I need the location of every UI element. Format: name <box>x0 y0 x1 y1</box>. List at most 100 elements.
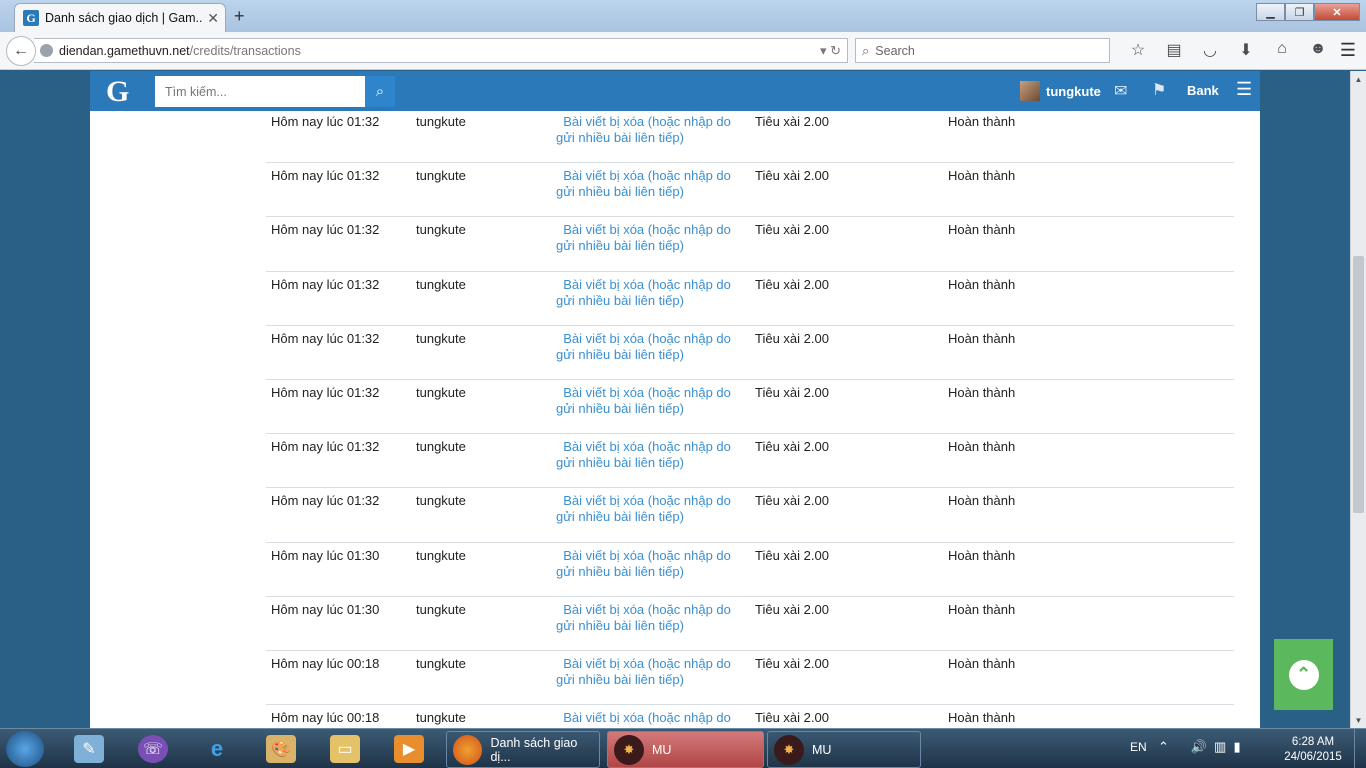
transaction-time: Hôm nay lúc 01:32 <box>271 439 380 455</box>
minimize-button[interactable]: ▁ <box>1256 3 1285 21</box>
back-arrow-icon: ← <box>13 42 29 59</box>
transaction-reason-link[interactable]: Bài viết bị xóa (hoặc nhập do gửi nhiều … <box>556 493 746 525</box>
site-identity-icon[interactable] <box>40 44 53 57</box>
taskbar-item-mu-1[interactable]: ✸ MU <box>607 731 764 768</box>
site-logo[interactable]: G <box>106 75 129 109</box>
transaction-reason-link[interactable]: Bài viết bị xóa (hoặc nhập do gửi nhiều … <box>556 114 746 146</box>
taskbar-item-mu-2[interactable]: ✸ MU <box>767 731 921 768</box>
taskbar-clock[interactable]: 6:28 AM 24/06/2015 <box>1282 735 1344 765</box>
user-menu[interactable]: tungkute <box>1020 81 1101 101</box>
toolbar-icons: ☆ ▤ ◡ ⬇ ⌂ ☻ <box>1120 40 1336 60</box>
transaction-time: Hôm nay lúc 01:32 <box>271 330 380 346</box>
internet-explorer-icon[interactable]: e <box>202 735 232 763</box>
transaction-user[interactable]: tungkute <box>416 493 466 508</box>
transaction-reason-link[interactable]: Bài viết bị xóa (hoặc nhập do gửi nhiều … <box>556 331 746 363</box>
network-icon[interactable]: ▥ <box>1214 739 1226 754</box>
transaction-reason-link[interactable]: Bài viết bị xóa (hoặc nhập do gửi nhiều … <box>556 439 746 471</box>
close-window-button[interactable]: ✕ <box>1314 3 1360 21</box>
transaction-reason-link[interactable]: Bài viết bị xóa (hoặc nhập do gửi nhiều … <box>556 277 746 309</box>
browser-tab-active[interactable]: G Danh sách giao dịch | Gam... ✕ <box>14 3 226 32</box>
transaction-amount: Tiêu xài 2.00 <box>755 439 829 455</box>
transaction-amount: Tiêu xài 2.00 <box>755 330 829 346</box>
transaction-reason-link[interactable]: Bài viết bị xóa (hoặc nhập do gửi nhiều … <box>556 222 746 254</box>
media-player-icon[interactable]: ▶ <box>394 735 424 763</box>
home-icon[interactable]: ⌂ <box>1264 40 1300 60</box>
transaction-status: Hoàn thành <box>948 384 1016 400</box>
transaction-status: Hoàn thành <box>948 547 1016 563</box>
transaction-user[interactable]: tungkute <box>416 548 466 563</box>
transaction-user[interactable]: tungkute <box>416 331 466 346</box>
bookmark-star-icon[interactable]: ☆ <box>1120 40 1156 60</box>
scrollbar-thumb[interactable] <box>1353 256 1364 513</box>
transaction-reason-link[interactable]: Bài viết bị xóa (hoặc nhập do gửi nhiều … <box>556 548 746 580</box>
browser-search-input[interactable]: ⌕ Search <box>855 38 1110 63</box>
transaction-reason-link[interactable]: Bài viết bị xóa (hoặc nhập do gửi nhiều … <box>556 602 746 634</box>
site-favicon-icon: G <box>23 10 39 26</box>
transaction-user[interactable]: tungkute <box>416 385 466 400</box>
start-button[interactable] <box>6 731 44 767</box>
mu-game-icon: ✸ <box>614 734 644 765</box>
hello-icon[interactable]: ☻ <box>1300 40 1336 60</box>
restore-button[interactable]: ❐ <box>1285 3 1314 21</box>
transaction-user[interactable]: tungkute <box>416 656 466 671</box>
transaction-user[interactable]: tungkute <box>416 710 466 725</box>
paint-icon[interactable]: 🎨 <box>266 735 296 763</box>
reload-icon[interactable]: ▾ ↻ <box>820 43 841 59</box>
reading-list-icon[interactable]: ▤ <box>1156 40 1192 60</box>
site-menu-icon[interactable]: ☰ <box>1236 79 1252 100</box>
transaction-amount: Tiêu xài 2.00 <box>755 276 829 292</box>
transaction-user[interactable]: tungkute <box>416 602 466 617</box>
transaction-reason-link[interactable]: Bài viết bị xóa (hoặc nhập do gửi nhiều … <box>556 656 746 688</box>
transaction-user[interactable]: tungkute <box>416 222 466 237</box>
transaction-user[interactable]: tungkute <box>416 277 466 292</box>
pocket-icon[interactable]: ◡ <box>1192 40 1228 60</box>
back-button[interactable]: ← <box>6 36 36 66</box>
close-tab-icon[interactable]: ✕ <box>207 10 219 27</box>
site-header: G ⌕ tungkute ✉ ⚑ Bank ☰ <box>90 71 1260 111</box>
page-scrollbar[interactable]: ▲ ▼ <box>1350 71 1366 728</box>
transaction-user[interactable]: tungkute <box>416 168 466 183</box>
transaction-amount: Tiêu xài 2.00 <box>755 547 829 563</box>
transaction-status: Hoàn thành <box>948 276 1016 292</box>
site-search-input[interactable] <box>155 76 365 107</box>
transaction-reason-link[interactable]: Bài viết bị xóa (hoặc nhập do gửi nhiều … <box>556 385 746 417</box>
transaction-amount: Tiêu xài 2.00 <box>755 493 829 509</box>
site-search-button[interactable]: ⌕ <box>365 76 395 107</box>
transactions-list: Hôm nay lúc 01:32 tungkute Bài viết bị xó… <box>266 111 1234 728</box>
address-bar[interactable]: diendan.gamethuvn.net/credits/transactio… <box>34 38 848 63</box>
file-explorer-icon[interactable]: ▭ <box>330 735 360 763</box>
bank-link[interactable]: Bank <box>1187 83 1219 98</box>
transaction-amount: Tiêu xài 2.00 <box>755 655 829 671</box>
search-icon: ⌕ <box>375 83 385 100</box>
transaction-amount: Tiêu xài 2.00 <box>755 710 829 726</box>
taskbar-item-browser[interactable]: Danh sách giao dị... <box>446 731 600 768</box>
transaction-user[interactable]: tungkute <box>416 114 466 129</box>
alerts-flag-icon[interactable]: ⚑ <box>1152 80 1166 100</box>
volume-icon[interactable]: 🔊 <box>1191 739 1207 754</box>
back-to-top-button[interactable]: ⌃ <box>1274 639 1333 710</box>
table-row: Hôm nay lúc 01:32 tungkute Bài viết bị xó… <box>266 163 1234 218</box>
transaction-status: Hoàn thành <box>948 655 1016 671</box>
transaction-reason-link[interactable]: Bài viết bị xóa (hoặc nhập do gửi nhiều … <box>556 168 746 200</box>
url-host: diendan.gamethuvn.net <box>59 43 190 58</box>
transaction-time: Hôm nay lúc 01:32 <box>271 222 380 238</box>
browser-menu-icon[interactable]: ☰ <box>1340 40 1356 61</box>
downloads-icon[interactable]: ⬇ <box>1228 40 1264 60</box>
show-hidden-icons-icon[interactable]: ⌃ <box>1158 739 1169 754</box>
language-indicator[interactable]: EN <box>1130 740 1147 754</box>
notepad-icon[interactable]: ✎ <box>74 735 104 763</box>
scroll-down-icon[interactable]: ▼ <box>1351 712 1366 728</box>
power-icon[interactable]: ▮ <box>1234 739 1241 754</box>
inbox-icon[interactable]: ✉ <box>1114 81 1127 101</box>
task-label: MU <box>652 742 672 757</box>
transaction-status: Hoàn thành <box>948 439 1016 455</box>
new-tab-icon[interactable]: + <box>234 6 245 27</box>
transaction-user[interactable]: tungkute <box>416 439 466 454</box>
scroll-up-icon[interactable]: ▲ <box>1351 71 1366 87</box>
show-desktop-button[interactable] <box>1354 729 1366 768</box>
viber-icon[interactable]: ☏ <box>138 735 168 763</box>
transaction-reason-link[interactable]: Bài viết bị xóa (hoặc nhập do gửi nhiều … <box>556 710 746 728</box>
sidebar <box>90 111 258 728</box>
table-row: Hôm nay lúc 01:32 tungkute Bài viết bị xó… <box>266 111 1234 164</box>
transaction-time: Hôm nay lúc 01:30 <box>271 547 380 563</box>
